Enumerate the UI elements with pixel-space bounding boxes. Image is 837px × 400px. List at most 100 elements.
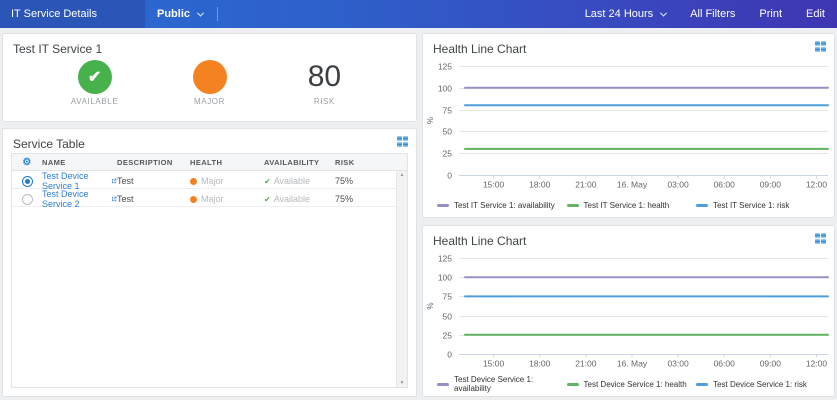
legend-line-icon [437, 204, 449, 207]
description-cell: Test [117, 176, 190, 186]
legend-item[interactable]: Test IT Service 1: risk [696, 201, 826, 210]
legend-item[interactable]: Test IT Service 1: availability [437, 201, 567, 210]
svg-text:21:00: 21:00 [575, 359, 597, 369]
svg-text:03:00: 03:00 [667, 359, 689, 369]
table-row[interactable]: Test Device Service 1 Test Major ✔Availa… [12, 171, 396, 189]
svg-text:09:00: 09:00 [760, 359, 782, 369]
top-navbar: IT Service Details Public Last 24 Hours … [0, 0, 837, 28]
legend-label: Test IT Service 1: health [584, 201, 670, 210]
row-radio-button[interactable] [22, 176, 33, 187]
service-table: ⚙ NAME DESCRIPTION HEALTH AVAILABILITY R… [11, 153, 408, 388]
svg-text:100: 100 [438, 84, 452, 94]
svg-text:06:00: 06:00 [714, 180, 736, 190]
chevron-down-icon [197, 9, 204, 16]
svg-text:0: 0 [447, 171, 452, 181]
scroll-up-icon[interactable]: ▲ [400, 172, 405, 178]
legend-line-icon [567, 383, 579, 386]
service-link[interactable]: Test Device Service 1 [42, 171, 117, 191]
svg-text:06:00: 06:00 [714, 359, 736, 369]
svg-text:25: 25 [443, 331, 453, 341]
col-health[interactable]: HEALTH [190, 158, 264, 167]
panel-options-grid-icon[interactable] [815, 41, 826, 52]
legend-item[interactable]: Test Device Service 1: availability [437, 375, 567, 393]
svg-text:100: 100 [438, 273, 452, 283]
table-scrollbar[interactable]: ▲ ▼ [396, 171, 407, 387]
line-chart-plot: 025507510012515:0018:0021:0016. May03:00… [423, 60, 834, 193]
row-radio-button[interactable] [22, 194, 33, 205]
risk-cell: 75% [335, 194, 396, 204]
col-availability[interactable]: AVAILABILITY [264, 158, 335, 167]
time-range-label: Last 24 Hours [585, 8, 653, 20]
legend-item[interactable]: Test Device Service 1: health [567, 380, 697, 389]
col-description[interactable]: DESCRIPTION [117, 158, 190, 167]
health-label: MAJOR [194, 97, 225, 106]
table-header-row: ⚙ NAME DESCRIPTION HEALTH AVAILABILITY R… [12, 154, 407, 171]
service-table-panel: Service Table ⚙ NAME DESCRIPTION HEALTH … [2, 128, 417, 397]
check-circle-icon: ✔ [78, 60, 112, 94]
svg-text:125: 125 [438, 62, 452, 72]
chart-title: Health Line Chart [433, 42, 526, 56]
svg-text:18:00: 18:00 [529, 180, 551, 190]
line-chart-plot: 025507510012515:0018:0021:0016. May03:00… [423, 252, 834, 372]
all-filters-button[interactable]: All Filters [690, 8, 735, 20]
scroll-down-icon[interactable]: ▼ [400, 380, 405, 386]
availability-label: AVAILABLE [71, 97, 118, 106]
print-button[interactable]: Print [759, 8, 782, 20]
check-icon: ✔ [264, 195, 271, 204]
svg-text:75: 75 [443, 292, 453, 302]
risk-value: 80 [308, 60, 341, 94]
col-name[interactable]: NAME [42, 158, 117, 167]
header-divider [217, 7, 218, 21]
legend-line-icon [696, 383, 708, 386]
legend-line-icon [696, 204, 708, 207]
service-link[interactable]: Test Device Service 2 [42, 189, 117, 209]
risk-cell: 75% [335, 176, 396, 186]
svg-text:21:00: 21:00 [575, 180, 597, 190]
svg-text:12:00: 12:00 [806, 180, 828, 190]
table-row[interactable]: Test Device Service 2 Test Major ✔Availa… [12, 189, 396, 207]
check-icon: ✔ [264, 177, 271, 186]
svg-text:09:00: 09:00 [760, 180, 782, 190]
legend-item[interactable]: Test IT Service 1: health [567, 201, 697, 210]
time-range-dropdown[interactable]: Last 24 Hours [585, 8, 666, 20]
svg-text:%: % [426, 302, 435, 309]
svg-text:12:00: 12:00 [806, 359, 828, 369]
col-risk[interactable]: RISK [335, 158, 396, 167]
legend-label: Test Device Service 1: risk [713, 380, 807, 389]
svg-text:25: 25 [443, 149, 453, 159]
legend-label: Test Device Service 1: availability [454, 375, 567, 393]
edit-button[interactable]: Edit [806, 8, 825, 20]
major-circle-icon [193, 60, 227, 94]
legend-item[interactable]: Test Device Service 1: risk [696, 380, 826, 389]
service-table-title: Service Table [13, 137, 85, 151]
legend-line-icon [437, 383, 449, 386]
health-line-chart-panel-2: Health Line Chart 025507510012515:0018:0… [422, 225, 835, 397]
major-dot-icon [190, 178, 197, 185]
availability-status: ✔ AVAILABLE [38, 60, 151, 115]
legend-label: Test IT Service 1: risk [713, 201, 789, 210]
service-status-title: Test IT Service 1 [13, 42, 102, 56]
svg-text:16. May: 16. May [617, 359, 648, 369]
legend-line-icon [567, 204, 579, 207]
panel-options-grid-icon[interactable] [815, 233, 826, 244]
header-actions: Last 24 Hours All Filters Print Edit [585, 8, 837, 20]
svg-text:15:00: 15:00 [483, 180, 505, 190]
svg-text:16. May: 16. May [617, 180, 648, 190]
svg-text:50: 50 [443, 312, 453, 322]
status-row: ✔ AVAILABLE MAJOR 80 RISK [38, 60, 381, 115]
chart-title: Health Line Chart [433, 234, 526, 248]
svg-text:15:00: 15:00 [483, 359, 505, 369]
visibility-label: Public [157, 8, 190, 20]
visibility-dropdown[interactable]: Public [157, 8, 203, 20]
availability-cell: ✔Available [264, 176, 335, 186]
panel-options-grid-icon[interactable] [397, 136, 408, 147]
column-settings-gear-icon[interactable]: ⚙ [22, 157, 31, 168]
risk-status: 80 RISK [268, 60, 381, 115]
svg-text:75: 75 [443, 106, 453, 116]
risk-label: RISK [314, 97, 335, 106]
svg-text:125: 125 [438, 254, 452, 264]
service-status-panel: Test IT Service 1 ✔ AVAILABLE MAJOR 80 R… [2, 33, 417, 122]
svg-text:03:00: 03:00 [667, 180, 689, 190]
chart-legend: Test Device Service 1: availabilityTest … [437, 375, 826, 393]
svg-text:0: 0 [447, 350, 452, 360]
